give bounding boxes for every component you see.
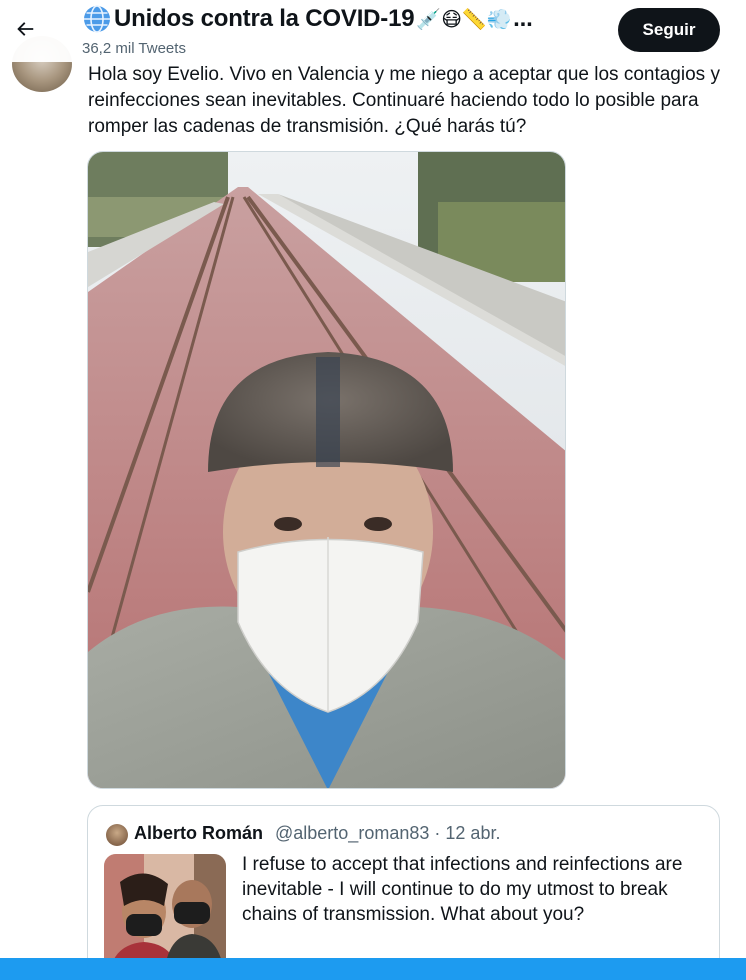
title-ellipsis: ... [513, 5, 533, 32]
tweet-text: Hola soy Evelio. Vivo en Valencia y me n… [88, 64, 720, 137]
quoted-author-handle: @alberto_roman83 [275, 823, 430, 843]
title-emojis: 💉😷📏💨 [416, 8, 512, 31]
quoted-author-name: Alberto Román [134, 823, 264, 843]
tweet-count: 36,2 mil Tweets [82, 40, 186, 57]
tweet-photo[interactable] [87, 151, 566, 789]
quoted-tweet-text: I refuse to accept that infections and r… [242, 854, 683, 925]
arrow-left-icon [17, 22, 34, 36]
quoted-author-meta: @alberto_roman83 · 12 abr. [275, 823, 500, 844]
quoted-avatar[interactable] [106, 824, 128, 846]
quoted-photo[interactable] [104, 854, 226, 974]
quoted-date: 12 abr. [445, 823, 501, 843]
meta-separator: · [434, 823, 441, 843]
bottom-banner-text [0, 958, 746, 964]
back-button[interactable] [8, 12, 42, 46]
bottom-banner[interactable] [0, 958, 746, 980]
profile-name-text: Unidos contra la COVID-19 [114, 5, 415, 32]
profile-name: Unidos contra la COVID-19 💉😷📏💨 ... [82, 4, 533, 34]
follow-button[interactable]: Seguir [618, 8, 720, 52]
globe-icon [84, 5, 110, 33]
quoted-tweet[interactable]: Alberto Román @alberto_roman83 · 12 abr.… [87, 805, 720, 980]
profile-header: Unidos contra la COVID-19 💉😷📏💨 ... 36,2 … [0, 0, 746, 62]
